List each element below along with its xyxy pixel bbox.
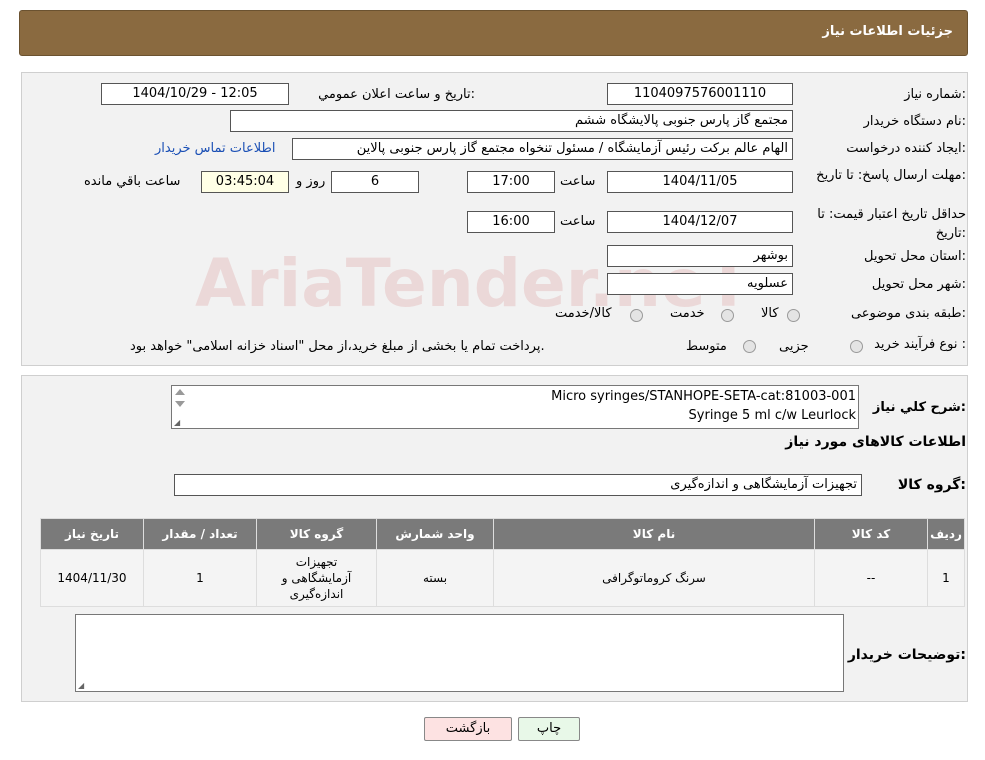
deadline-time-label: ساعت: [560, 174, 596, 189]
process-radio-medium[interactable]: [743, 340, 756, 353]
table-header-row: ردیف کد کالا نام کالا واحد شمارش گروه کا…: [40, 518, 965, 550]
cell-goods-name: سرنگ کروماتوگرافی: [493, 549, 815, 607]
col-row-number: ردیف: [927, 518, 965, 550]
province-field: بوشهر: [607, 245, 793, 267]
process-type-label: نوع فرآیند خرید :: [874, 337, 966, 352]
buyer-notes-label: توضیحات خریدار:: [847, 647, 966, 663]
scroll-down-icon[interactable]: [175, 401, 185, 407]
cell-goods-group: تجهیزات آزمایشگاهی و اندازه‌گیری: [256, 549, 377, 607]
col-unit: واحد شمارش: [376, 518, 494, 550]
col-need-date: تاریخ نیاز: [40, 518, 144, 550]
category-label: طبقه بندی موضوعی:: [850, 306, 966, 321]
category-radio-goods-service[interactable]: [630, 309, 643, 322]
col-quantity: تعداد / مقدار: [143, 518, 257, 550]
summary-label: شرح كلي نياز:: [872, 400, 966, 415]
need-number-label: شماره نیاز:: [904, 87, 966, 102]
cell-quantity: 1: [143, 549, 257, 607]
print-button[interactable]: چاپ: [518, 717, 580, 741]
category-radio-goods[interactable]: [787, 309, 800, 322]
process-option-minor: جزیی: [779, 339, 809, 354]
price-validity-label: حداقل تاریخ اعتبار قیمت: تا تاریخ:: [817, 207, 966, 241]
buyer-notes-textarea[interactable]: ◢: [75, 614, 844, 692]
summary-textarea[interactable]: Micro syringes/STANHOPE-SETA-cat:81003-0…: [171, 385, 859, 429]
days-label: روز و: [296, 174, 326, 189]
remaining-time-field: 03:45:04: [201, 171, 289, 193]
validity-date-field: 1404/12/07: [607, 211, 793, 233]
cell-unit: بسته: [376, 549, 494, 607]
buyer-org-field: مجتمع گاز پارس جنوبی پالایشگاه ششم: [230, 110, 793, 132]
scroll-up-icon[interactable]: [175, 389, 185, 395]
resize-grip-icon[interactable]: ◢: [78, 681, 84, 690]
province-label: استان محل تحویل:: [864, 249, 966, 264]
city-field: عسلویه: [607, 273, 793, 295]
category-option-service: خدمت: [670, 306, 705, 321]
remaining-time-label: ساعت باقي مانده: [84, 174, 181, 189]
page-header: جزئیات اطلاعات نیاز: [19, 10, 968, 56]
goods-table: ردیف کد کالا نام کالا واحد شمارش گروه کا…: [40, 518, 965, 607]
buyer-org-label: نام دستگاه خریدار:: [863, 114, 966, 129]
requester-field: الهام عالم برکت رئیس آزمایشگاه / مسئول ت…: [292, 138, 793, 160]
announce-label: تاریخ و ساعت اعلان عمومي:: [318, 87, 475, 102]
back-button[interactable]: بازگشت: [424, 717, 512, 741]
cell-need-date: 1404/11/30: [40, 549, 144, 607]
goods-group-label: گروه کالا:: [897, 477, 966, 493]
goods-group-field: تجهیزات آزمایشگاهی و اندازه‌گیری: [174, 474, 862, 496]
category-option-goods-service: کالا/خدمت: [555, 306, 612, 321]
validity-time-field: 16:00: [467, 211, 555, 233]
deadline-label: مهلت ارسال پاسخ: تا تاریخ:: [816, 168, 966, 183]
summary-line-2: Syringe 5 ml c/w Leurlock: [688, 408, 856, 423]
days-remaining-field: 6: [331, 171, 419, 193]
page-title: جزئیات اطلاعات نیاز: [822, 24, 953, 39]
goods-info-title: اطلاعات کالاهای مورد نیاز: [785, 434, 966, 450]
city-label: شهر محل تحویل:: [871, 277, 966, 292]
cell-row-number: 1: [927, 549, 965, 607]
category-radio-service[interactable]: [721, 309, 734, 322]
cell-goods-code: --: [814, 549, 928, 607]
summary-line-1: Micro syringes/STANHOPE-SETA-cat:81003-0…: [551, 389, 856, 404]
process-note: پرداخت تمام یا بخشی از مبلغ خرید،از محل …: [130, 339, 545, 354]
process-radio-minor[interactable]: [850, 340, 863, 353]
validity-time-label: ساعت: [560, 214, 596, 229]
process-option-medium: متوسط: [686, 339, 727, 354]
requester-label: ایجاد کننده درخواست:: [846, 141, 966, 156]
deadline-date-field: 1404/11/05: [607, 171, 793, 193]
resize-grip-icon[interactable]: ◢: [174, 418, 180, 427]
col-goods-name: نام کالا: [493, 518, 815, 550]
table-row: 1 -- سرنگ کروماتوگرافی بسته تجهیزات آزما…: [40, 549, 965, 607]
need-number-field: 1104097576001110: [607, 83, 793, 105]
category-option-goods: کالا: [761, 306, 779, 321]
announce-datetime-field: 1404/10/29 - 12:05: [101, 83, 289, 105]
col-goods-code: کد کالا: [814, 518, 928, 550]
buyer-contact-link[interactable]: اطلاعات تماس خریدار: [155, 141, 275, 156]
col-goods-group: گروه کالا: [256, 518, 377, 550]
deadline-time-field: 17:00: [467, 171, 555, 193]
